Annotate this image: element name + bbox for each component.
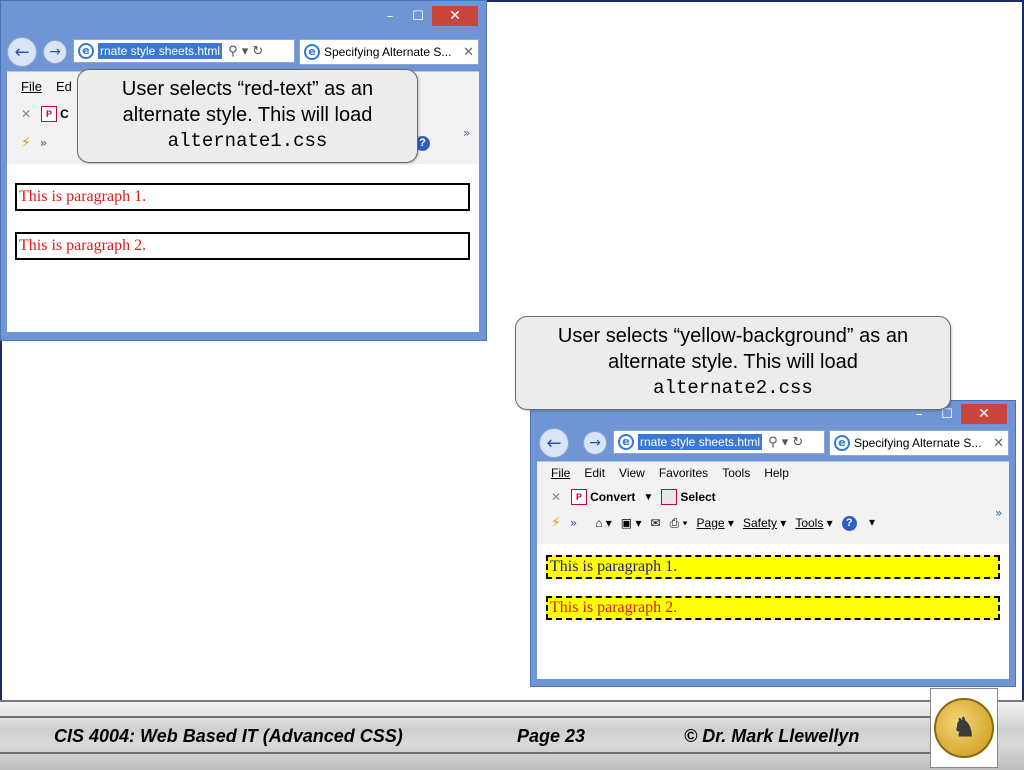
minimize-icon[interactable]: – bbox=[376, 6, 404, 26]
select-button[interactable]: Select bbox=[680, 490, 715, 504]
browser-window-red-text: – ☐ ✕ ← → e rnate style sheets.html ⚲ ▾ … bbox=[0, 0, 487, 341]
callout-line: User selects “red-text” as an bbox=[121, 78, 374, 100]
favorites-row: ⚡ » bbox=[21, 132, 56, 154]
command-row: ✕ P Convert ▼ Select bbox=[551, 487, 716, 507]
tab-close-icon[interactable]: ✕ bbox=[463, 45, 474, 60]
paragraph-2: This is paragraph 2. bbox=[15, 232, 470, 260]
chevron-icon[interactable]: » bbox=[40, 136, 47, 150]
close-icon[interactable]: ✕ bbox=[961, 404, 1007, 424]
select-icon bbox=[661, 489, 678, 505]
footer-course: CIS 4004: Web Based IT (Advanced CSS) bbox=[54, 726, 403, 746]
chevron-icon[interactable]: » bbox=[570, 516, 577, 530]
address-bar[interactable]: e rnate style sheets.html ⚲ ▾ ↻ bbox=[73, 39, 295, 63]
pegasus-logo-icon: ♞ bbox=[934, 698, 994, 758]
maximize-icon[interactable]: ☐ bbox=[404, 6, 432, 26]
url-text: rnate style sheets.html bbox=[638, 434, 763, 450]
ie-logo-icon: e bbox=[834, 435, 850, 451]
chevron-icon[interactable]: » bbox=[463, 126, 470, 140]
tab-title: Specifying Alternate S... bbox=[854, 436, 982, 450]
browser-window-yellow-bg: – ☐ ✕ ← → e rnate style sheets.html ⚲ ▾ … bbox=[530, 400, 1016, 687]
menu-edit[interactable]: Ed bbox=[56, 79, 72, 94]
convert-button-partial[interactable]: C bbox=[60, 107, 69, 121]
chevron-icon[interactable]: » bbox=[995, 506, 1002, 520]
favorites-star-icon[interactable]: ⚡ bbox=[21, 135, 31, 151]
callout-line: alternate style. This will load bbox=[122, 104, 373, 126]
callout-line: alternate style. This will load bbox=[608, 351, 858, 373]
help-icon[interactable]: ? ▾ bbox=[841, 515, 875, 531]
close-icon[interactable]: ✕ bbox=[432, 6, 478, 26]
favorites-star-icon[interactable]: ⚡ bbox=[551, 515, 561, 531]
ie-logo-icon: e bbox=[78, 43, 94, 59]
nav-row: ← → e rnate style sheets.html ⚲ ▾ ↻ e Sp… bbox=[537, 426, 1009, 460]
feeds-icon[interactable]: ▣ ▾ bbox=[621, 516, 642, 530]
page-content: This is paragraph 1. This is paragraph 2… bbox=[7, 164, 479, 332]
menu-view[interactable]: View bbox=[619, 466, 645, 480]
nav-row: ← → e rnate style sheets.html ⚲ ▾ ↻ e Sp… bbox=[7, 35, 480, 69]
mail-icon[interactable]: ✉ bbox=[651, 516, 661, 530]
menu-file[interactable]: File bbox=[21, 79, 42, 94]
safety-menu[interactable]: Safety ▾ bbox=[743, 516, 786, 530]
footer-author: © Dr. Mark Llewellyn bbox=[684, 726, 860, 746]
slide-footer: CIS 4004: Web Based IT (Advanced CSS) Pa… bbox=[0, 700, 1024, 770]
paragraph-1: This is paragraph 1. bbox=[546, 555, 1000, 579]
menu-edit[interactable]: Edit bbox=[584, 466, 605, 480]
forward-arrow-icon[interactable]: → bbox=[43, 40, 67, 64]
tools-menu[interactable]: Tools ▾ bbox=[795, 516, 832, 530]
forward-arrow-icon[interactable]: → bbox=[583, 431, 607, 455]
page-content: This is paragraph 1. This is paragraph 2… bbox=[537, 544, 1009, 679]
back-arrow-icon[interactable]: ← bbox=[7, 37, 37, 67]
callout-yellow-background: User selects “yellow-background” as an a… bbox=[515, 316, 951, 410]
footer-divider bbox=[0, 752, 930, 754]
menu-favorites[interactable]: Favorites bbox=[659, 466, 708, 480]
tab-active[interactable]: e Specifying Alternate S... ✕ bbox=[829, 430, 1009, 456]
back-arrow-icon[interactable]: ← bbox=[539, 428, 569, 458]
tab-title: Specifying Alternate S... bbox=[324, 45, 452, 59]
print-icon[interactable]: ⎙ ▾ bbox=[670, 516, 688, 531]
tab-active[interactable]: e Specifying Alternate S... ✕ bbox=[299, 39, 479, 65]
search-refresh-icons[interactable]: ⚲ ▾ ↻ bbox=[768, 435, 803, 450]
close-toolbar-icon[interactable]: ✕ bbox=[551, 490, 561, 504]
ie-logo-icon: e bbox=[304, 44, 320, 60]
menu-help[interactable]: Help bbox=[764, 466, 789, 480]
search-refresh-icons[interactable]: ⚲ ▾ ↻ bbox=[228, 44, 263, 59]
toolbar-area: File Edit View Favorites Tools Help ✕ P … bbox=[537, 461, 1009, 545]
chevron-down-icon[interactable]: ▼ bbox=[643, 492, 653, 503]
paragraph-2: This is paragraph 2. bbox=[546, 596, 1000, 620]
pdf-icon: P bbox=[41, 106, 58, 122]
ucf-logo: ♞ bbox=[930, 688, 998, 768]
menu-tools[interactable]: Tools bbox=[722, 466, 750, 480]
menu-bar: File Edit View Favorites Tools Help bbox=[551, 463, 803, 483]
callout-line: User selects “yellow-background” as an bbox=[557, 325, 909, 347]
close-toolbar-icon[interactable]: ✕ bbox=[21, 107, 31, 121]
callout-red-text: User selects “red-text” as an alternate … bbox=[77, 69, 418, 163]
page-menu[interactable]: Page ▾ bbox=[697, 516, 734, 530]
footer-page-number: Page 23 bbox=[517, 726, 586, 746]
url-text: rnate style sheets.html bbox=[98, 43, 223, 59]
tab-close-icon[interactable]: ✕ bbox=[993, 436, 1004, 451]
callout-filename: alternate2.css bbox=[653, 377, 813, 399]
address-bar[interactable]: e rnate style sheets.html ⚲ ▾ ↻ bbox=[613, 430, 825, 454]
ie-logo-icon: e bbox=[618, 434, 634, 450]
pdf-icon: P bbox=[571, 489, 588, 505]
favorites-row: ⚡ » ⌂ ▾ ▣ ▾ ✉ ⎙ ▾ Page ▾ Safety ▾ Tools … bbox=[551, 512, 884, 534]
callout-filename: alternate1.css bbox=[167, 130, 328, 152]
home-icon[interactable]: ⌂ ▾ bbox=[595, 516, 612, 530]
convert-button[interactable]: Convert bbox=[590, 490, 635, 504]
menu-file[interactable]: File bbox=[551, 466, 570, 480]
paragraph-1: This is paragraph 1. bbox=[15, 183, 470, 211]
footer-divider bbox=[0, 716, 930, 718]
window-controls: – ☐ ✕ bbox=[376, 5, 478, 27]
command-row: ✕ P C bbox=[21, 104, 69, 124]
